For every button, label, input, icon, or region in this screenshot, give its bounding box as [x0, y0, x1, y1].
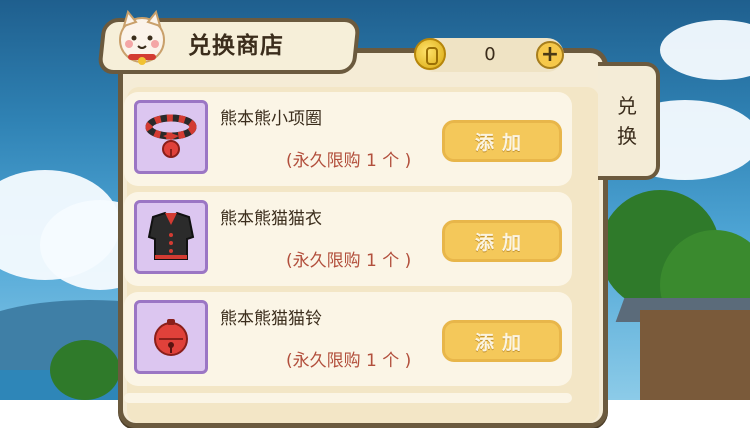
page-title: 兑换商店: [188, 33, 284, 59]
tab-exchange-label-1: 兑: [617, 94, 637, 118]
cat-clothes-icon: [147, 211, 195, 260]
shop-item: 熊本熊猫猫衣 (永久限购 1 个 ) 添加: [124, 192, 572, 286]
item-name: 熊本熊小项圈: [220, 109, 322, 129]
add-button[interactable]: 添加: [442, 320, 562, 362]
item-thumbnail: [134, 300, 208, 374]
purchase-limit: (永久限购 1 个 ): [286, 351, 412, 371]
add-coins-button[interactable]: +: [536, 41, 564, 69]
purchase-limit: (永久限购 1 个 ): [286, 251, 412, 271]
next-item-peek: [124, 393, 572, 403]
purchase-limit: (永久限购 1 个 ): [286, 151, 412, 171]
add-button[interactable]: 添加: [442, 120, 562, 162]
lucky-cat-icon: [119, 9, 165, 65]
bell-icon: [154, 319, 188, 356]
tab-exchange-label-2: 换: [617, 124, 637, 148]
coin-count: 0: [484, 44, 496, 65]
item-name: 熊本熊猫猫衣: [220, 209, 322, 229]
shop-item: 熊本熊小项圈 (永久限购 1 个 ) 添加: [124, 92, 572, 186]
shop-item: 熊本熊猫猫铃 (永久限购 1 个 ) 添加: [124, 292, 572, 386]
item-thumbnail: [134, 200, 208, 274]
item-name: 熊本熊猫猫铃: [220, 309, 322, 329]
item-thumbnail: [134, 100, 208, 174]
add-button[interactable]: 添加: [442, 220, 562, 262]
collar-icon: [145, 114, 197, 158]
tab-exchange[interactable]: 兑 换: [598, 62, 660, 180]
gold-coin-icon: [414, 38, 446, 70]
